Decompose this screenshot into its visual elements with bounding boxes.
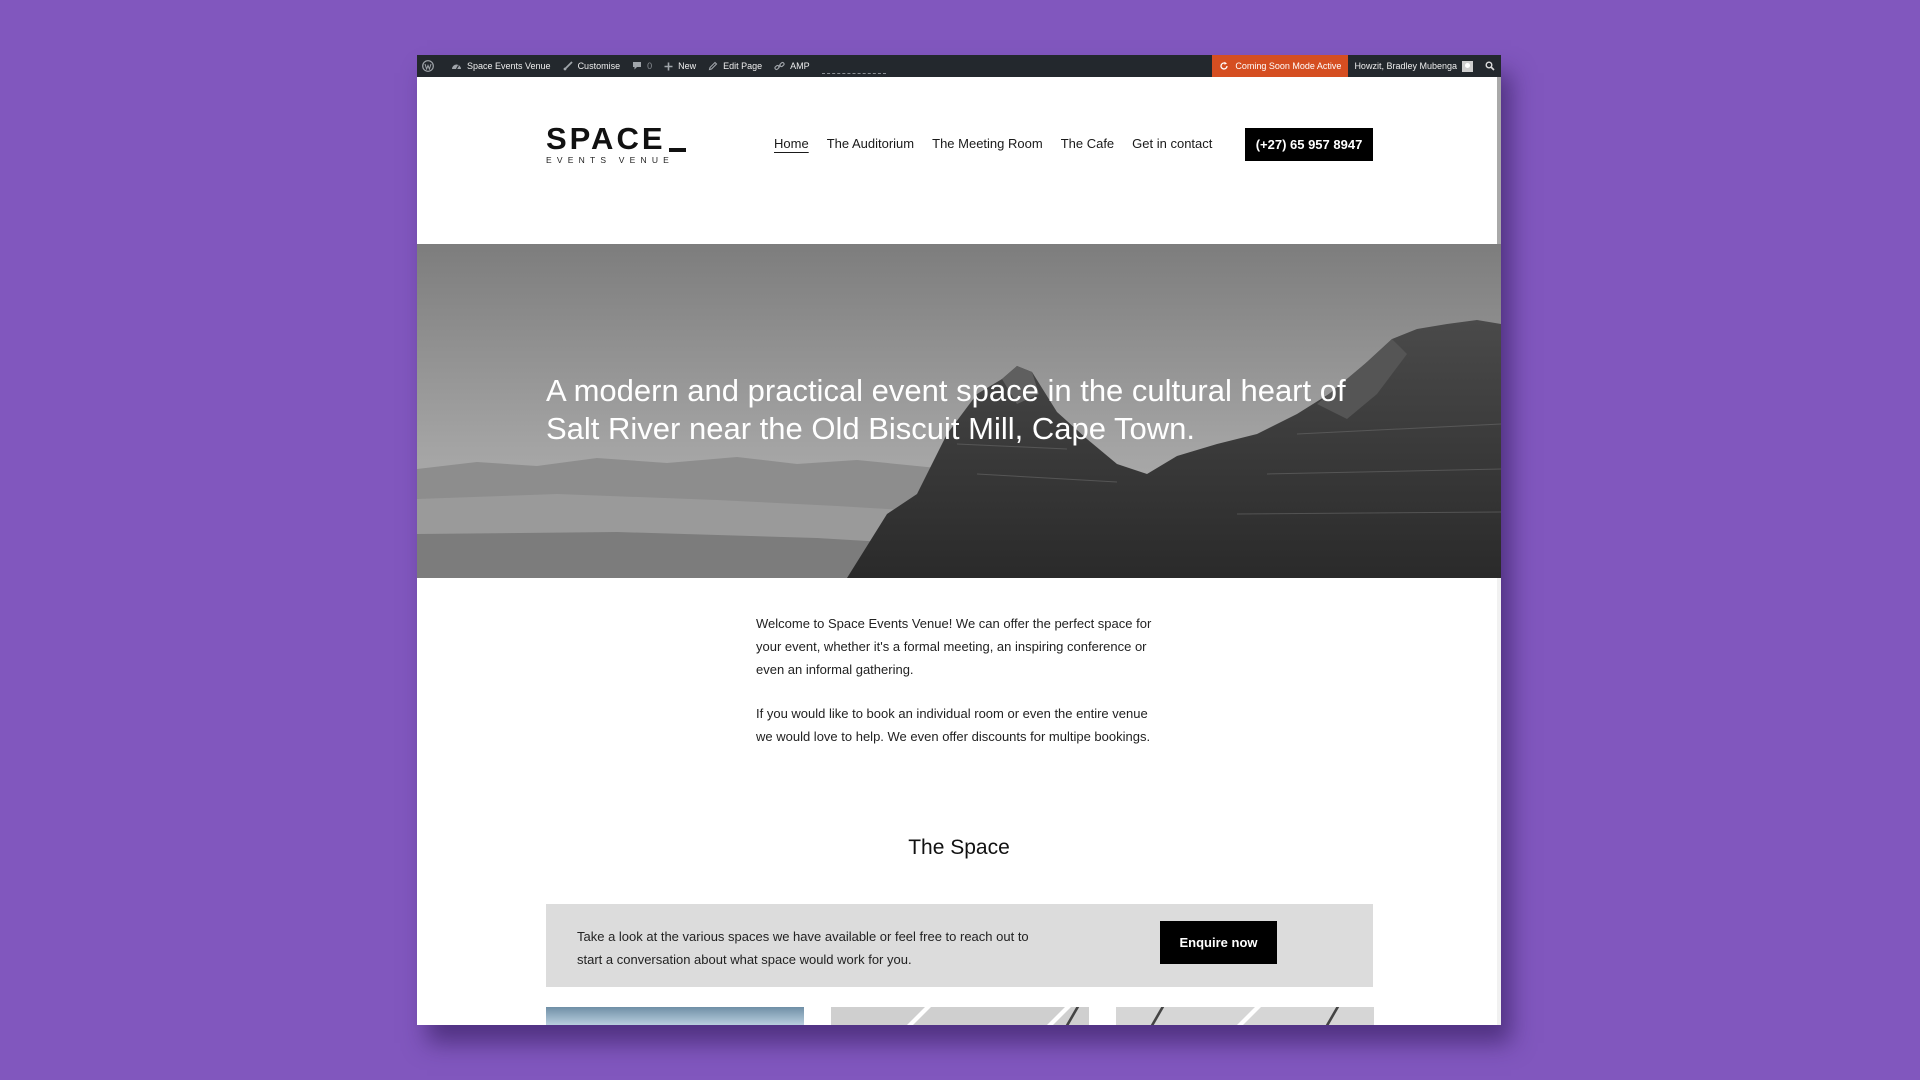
admin-bar-extra-menu[interactable]: [821, 55, 886, 77]
dashboard-icon: [452, 64, 461, 70]
coming-soon-label: Coming Soon Mode Active: [1235, 61, 1342, 71]
new-content-menu[interactable]: New: [658, 55, 702, 77]
logo-wordmark: SPACE: [546, 123, 686, 154]
amp-label: AMP: [790, 61, 810, 71]
intro-paragraph-1: Welcome to Space Events Venue! We can of…: [756, 616, 1152, 677]
nav-item-meeting-room[interactable]: The Meeting Room: [932, 136, 1043, 151]
hero-headline: A modern and practical event space in th…: [546, 373, 1346, 446]
thumbnail-detail: [907, 1007, 931, 1025]
intro-text: Welcome to Space Events Venue! We can of…: [756, 612, 1166, 769]
thumbnail-detail: [1150, 1007, 1165, 1025]
nav-item-cafe[interactable]: The Cafe: [1061, 136, 1114, 151]
pencil-icon: [708, 61, 718, 71]
space-thumbnail-1[interactable]: [546, 1007, 804, 1025]
nav-item-auditorium[interactable]: The Auditorium: [827, 136, 914, 151]
callout-text: Take a look at the various spaces we hav…: [577, 929, 1029, 967]
wordpress-logo-menu[interactable]: [417, 55, 445, 77]
edit-page-menu[interactable]: Edit Page: [702, 55, 768, 77]
customise-label: Customise: [577, 61, 621, 71]
wordpress-icon: [422, 60, 434, 72]
section-title-the-space: The Space: [908, 836, 1010, 859]
logo-underscore: [668, 148, 686, 152]
brush-icon: [563, 61, 573, 71]
intro-paragraph-2: If you would like to book an individual …: [756, 706, 1151, 744]
plus-icon: [664, 62, 673, 70]
main-navigation: Home The Auditorium The Meeting Room The…: [774, 136, 1230, 151]
my-account-menu[interactable]: Howzit, Bradley Mubenga: [1348, 55, 1479, 77]
hero-banner: A modern and practical event space in th…: [417, 244, 1501, 578]
link-icon: [774, 62, 785, 70]
admin-bar-secondary: Coming Soon Mode Active Howzit, Bradley …: [1212, 55, 1501, 77]
search-icon: [1485, 61, 1495, 71]
site-name-menu[interactable]: Space Events Venue: [445, 55, 557, 77]
howdy-label: Howzit, Bradley Mubenga: [1354, 61, 1457, 71]
space-thumbnail-2[interactable]: [831, 1007, 1089, 1025]
thumbnail-detail: [1325, 1007, 1340, 1025]
nav-item-contact[interactable]: Get in contact: [1132, 136, 1212, 151]
phone-button[interactable]: (+27) 65 957 8947: [1245, 128, 1373, 161]
logo-tagline: EVENTS VENUE: [546, 155, 675, 165]
logo-main-text: SPACE: [546, 121, 666, 156]
refresh-icon: [1220, 61, 1229, 70]
nav-item-home[interactable]: Home: [774, 136, 809, 151]
admin-search[interactable]: [1479, 55, 1501, 77]
browser-window: Space Events Venue Customise 0 New Edit …: [417, 55, 1501, 1025]
thumbnail-detail: [1237, 1007, 1261, 1025]
coming-soon-badge[interactable]: Coming Soon Mode Active: [1212, 55, 1349, 77]
comments-menu[interactable]: 0: [626, 55, 658, 77]
site-logo[interactable]: SPACE EVENTS VENUE: [546, 123, 686, 165]
customise-menu[interactable]: Customise: [557, 55, 627, 77]
site-name-label: Space Events Venue: [467, 61, 551, 71]
amp-menu[interactable]: AMP: [768, 55, 816, 77]
avatar: [1462, 60, 1473, 72]
space-thumbnail-3[interactable]: [1116, 1007, 1374, 1025]
enquire-now-button[interactable]: Enquire now: [1160, 921, 1277, 964]
comments-count: 0: [647, 61, 653, 71]
edit-page-label: Edit Page: [723, 61, 763, 71]
new-label: New: [678, 61, 697, 71]
enquire-callout: Take a look at the various spaces we hav…: [546, 904, 1373, 987]
comment-icon: [633, 62, 642, 70]
admin-bar: Space Events Venue Customise 0 New Edit …: [417, 55, 1501, 77]
